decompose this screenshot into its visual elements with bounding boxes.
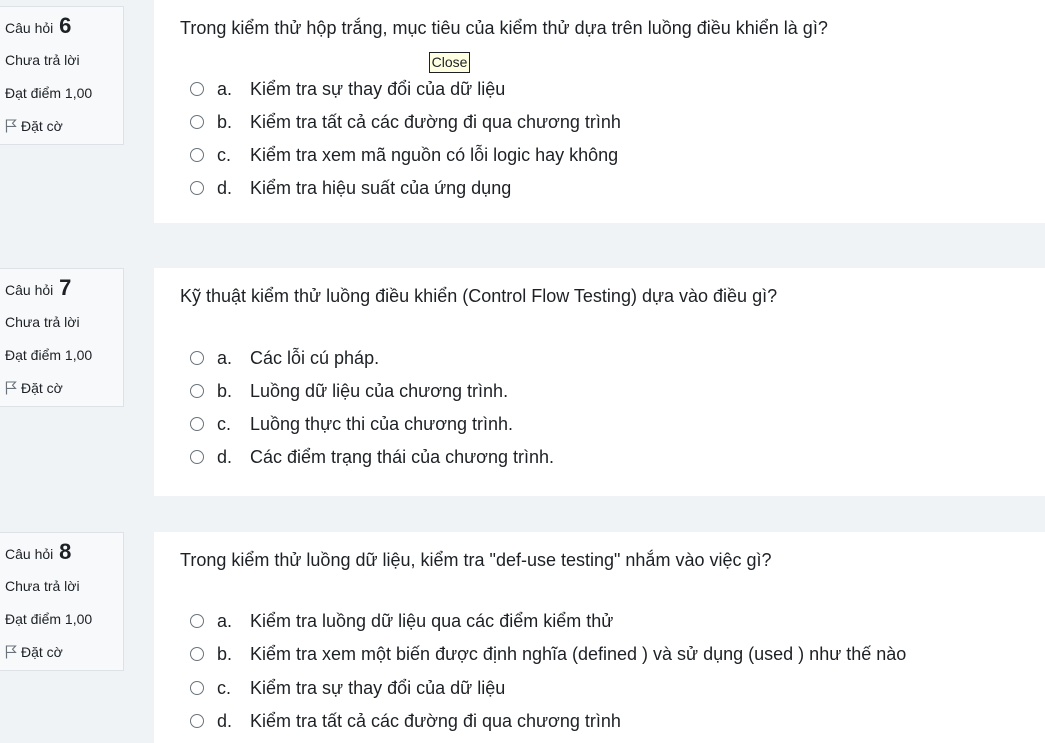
question-info-panel: Câu hỏi 6 Chưa trả lời Đạt điểm 1,00 Đặt… (0, 6, 124, 145)
answer-text: Kiểm tra luồng dữ liệu qua các điểm kiểm… (250, 610, 614, 631)
answer-option-a[interactable]: a. Kiểm tra luồng dữ liệu qua các điểm k… (190, 609, 613, 633)
close-tooltip-button[interactable]: Close (429, 52, 470, 73)
flag-icon (5, 645, 17, 659)
question-number: Câu hỏi 6 (5, 13, 71, 39)
answer-text: Luồng dữ liệu của chương trình. (250, 380, 509, 401)
radio-unchecked-icon[interactable] (190, 450, 204, 464)
question-number: Câu hỏi 7 (5, 275, 71, 301)
radio-unchecked-icon[interactable] (190, 82, 204, 96)
flag-icon (5, 381, 17, 395)
question-number-value: 7 (59, 275, 72, 300)
radio-unchecked-icon[interactable] (190, 351, 204, 365)
answer-text: Các lỗi cú pháp. (250, 347, 380, 368)
answer-option-d[interactable]: d. Kiểm tra tất cả các đường đi qua chươ… (190, 709, 621, 733)
flag-label: Đặt cờ (21, 380, 63, 396)
answer-text: Kiểm tra tất cả các đường đi qua chương … (250, 710, 621, 731)
question-content: Trong kiểm thử luồng dữ liệu, kiểm tra "… (154, 532, 1045, 743)
question-content: Trong kiểm thử hộp trắng, mục tiêu của k… (154, 0, 1045, 223)
answer-text: Kiểm tra sự thay đổi của dữ liệu (250, 78, 506, 99)
radio-unchecked-icon[interactable] (190, 681, 204, 695)
question-state: Chưa trả lời (5, 578, 80, 594)
question-label: Câu hỏi (5, 282, 54, 298)
question-label: Câu hỏi (5, 546, 54, 562)
answer-text: Kiểm tra sự thay đổi của dữ liệu (250, 677, 506, 698)
answer-option-a[interactable]: a. Các lỗi cú pháp. (190, 346, 379, 370)
answer-option-b[interactable]: b. Kiểm tra xem một biến được định nghĩa… (190, 642, 906, 666)
flag-question-button[interactable]: Đặt cờ (5, 118, 63, 134)
radio-unchecked-icon[interactable] (190, 647, 204, 661)
answer-option-d[interactable]: d. Các điểm trạng thái của chương trình. (190, 445, 554, 469)
answer-option-b[interactable]: b. Luồng dữ liệu của chương trình. (190, 379, 508, 403)
flag-question-button[interactable]: Đặt cờ (5, 380, 63, 396)
flag-question-button[interactable]: Đặt cờ (5, 644, 63, 660)
flag-icon (5, 119, 17, 133)
answer-option-b[interactable]: b. Kiểm tra tất cả các đường đi qua chươ… (190, 110, 621, 134)
radio-unchecked-icon[interactable] (190, 714, 204, 728)
answer-letter: b. (217, 643, 233, 664)
answer-letter: c. (217, 677, 232, 698)
answer-option-c[interactable]: c. Kiểm tra xem mã nguồn có lỗi logic ha… (190, 143, 618, 167)
radio-unchecked-icon[interactable] (190, 384, 204, 398)
answer-letter: b. (217, 111, 233, 132)
radio-unchecked-icon[interactable] (190, 148, 204, 162)
answer-letter: a. (217, 610, 233, 631)
question-info-panel: Câu hỏi 8 Chưa trả lời Đạt điểm 1,00 Đặt… (0, 532, 124, 671)
answer-letter: a. (217, 78, 233, 99)
question-number-value: 8 (59, 539, 72, 564)
question-text: Trong kiểm thử luồng dữ liệu, kiểm tra "… (180, 550, 772, 570)
flag-label: Đặt cờ (21, 644, 63, 660)
radio-unchecked-icon[interactable] (190, 115, 204, 129)
question-state: Chưa trả lời (5, 314, 80, 330)
question-content: Kỹ thuật kiểm thử luồng điều khiển (Cont… (154, 268, 1045, 496)
answer-letter: d. (217, 710, 233, 731)
answer-option-c[interactable]: c. Luồng thực thi của chương trình. (190, 412, 513, 436)
radio-unchecked-icon[interactable] (190, 614, 204, 628)
question-grade: Đạt điểm 1,00 (5, 611, 93, 627)
answer-text: Luồng thực thi của chương trình. (250, 413, 514, 434)
answer-text: Kiểm tra tất cả các đường đi qua chương … (250, 111, 621, 132)
question-state: Chưa trả lời (5, 52, 80, 68)
question-grade: Đạt điểm 1,00 (5, 85, 93, 101)
answer-letter: c. (217, 144, 232, 165)
question-label: Câu hỏi (5, 20, 54, 36)
question-text: Kỹ thuật kiểm thử luồng điều khiển (Cont… (180, 286, 778, 306)
answer-text: Các điểm trạng thái của chương trình. (250, 446, 555, 467)
question-number-value: 6 (59, 13, 72, 38)
question-text: Trong kiểm thử hộp trắng, mục tiêu của k… (180, 18, 828, 38)
radio-unchecked-icon[interactable] (190, 417, 204, 431)
flag-label: Đặt cờ (21, 118, 63, 134)
answer-text: Kiểm tra hiệu suất của ứng dụng (250, 177, 512, 198)
answer-option-c[interactable]: c. Kiểm tra sự thay đổi của dữ liệu (190, 676, 505, 700)
answer-letter: b. (217, 380, 233, 401)
question-info-panel: Câu hỏi 7 Chưa trả lời Đạt điểm 1,00 Đặt… (0, 268, 124, 407)
answer-text: Kiểm tra xem mã nguồn có lỗi logic hay k… (250, 144, 619, 165)
answer-letter: d. (217, 446, 233, 467)
answer-letter: a. (217, 347, 233, 368)
question-number: Câu hỏi 8 (5, 539, 71, 565)
answer-letter: c. (217, 413, 232, 434)
answer-option-d[interactable]: d. Kiểm tra hiệu suất của ứng dụng (190, 176, 511, 200)
answer-letter: d. (217, 177, 233, 198)
answer-text: Kiểm tra xem một biến được định nghĩa (d… (250, 643, 907, 664)
radio-unchecked-icon[interactable] (190, 181, 204, 195)
question-grade: Đạt điểm 1,00 (5, 347, 93, 363)
answer-option-a[interactable]: a. Kiểm tra sự thay đổi của dữ liệu (190, 77, 505, 101)
